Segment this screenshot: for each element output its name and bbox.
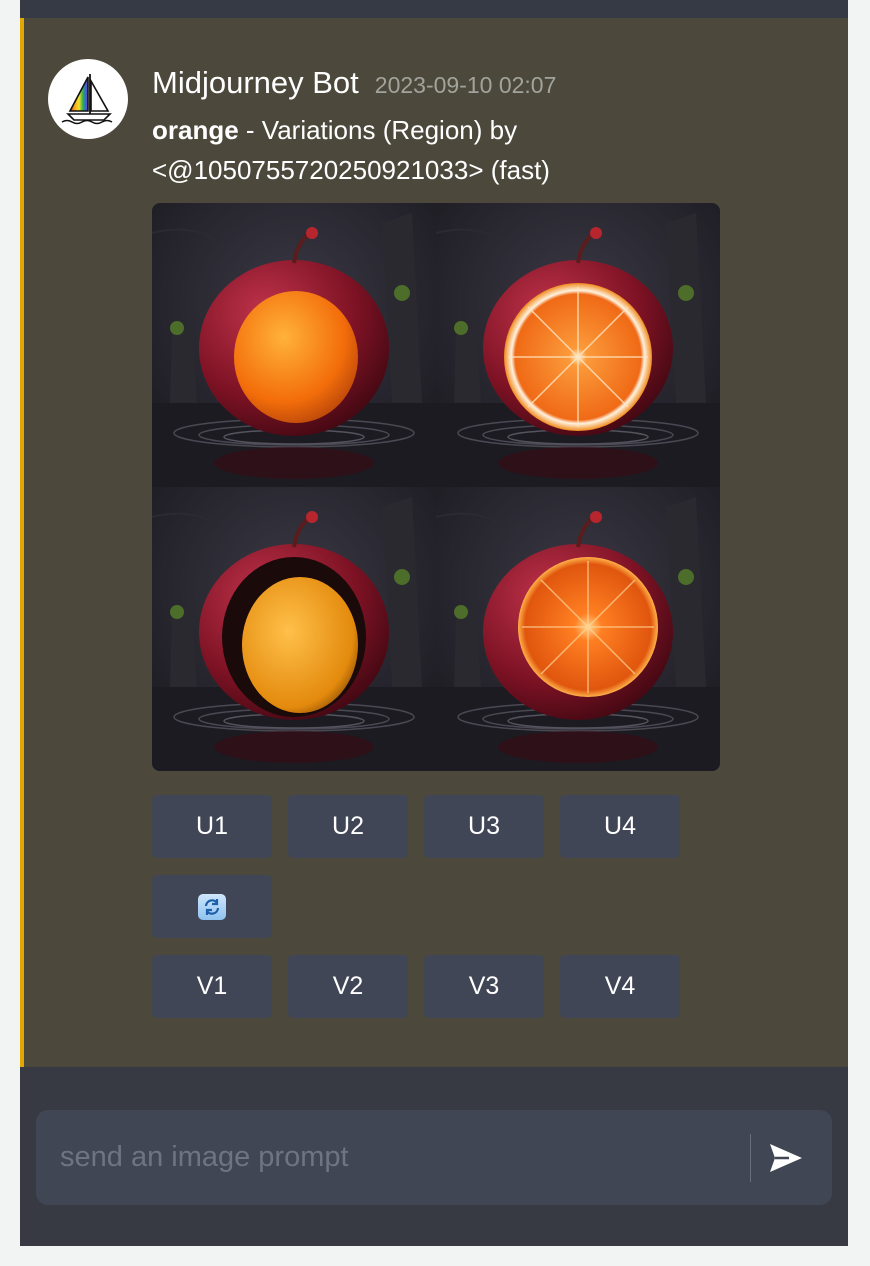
send-arrow-icon (770, 1144, 802, 1172)
reroll-button[interactable] (152, 875, 272, 938)
message-header: Midjourney Bot 2023-09-10 02:07 (152, 65, 556, 105)
send-button[interactable] (762, 1132, 810, 1184)
chat-app: Midjourney Bot 2023-09-10 02:07 orange -… (20, 0, 848, 1246)
grid-tile-2[interactable] (434, 203, 720, 489)
variation-button-3[interactable]: V3 (424, 955, 544, 1018)
sailboat-logo-icon (61, 74, 113, 125)
variation-button-2[interactable]: V2 (288, 955, 408, 1018)
prompt-input[interactable] (60, 1132, 740, 1182)
grid-tile-1[interactable] (152, 203, 438, 489)
variation-button-4[interactable]: V4 (560, 955, 680, 1018)
upscale-button-3[interactable]: U3 (424, 795, 544, 858)
upscale-button-2[interactable]: U2 (288, 795, 408, 858)
variation-button-1[interactable]: V1 (152, 955, 272, 1018)
composer-divider (750, 1134, 751, 1182)
message-accent-bar (20, 18, 24, 1067)
bot-message: Midjourney Bot 2023-09-10 02:07 orange -… (20, 18, 848, 1067)
grid-tile-3[interactable] (152, 485, 438, 771)
author-name[interactable]: Midjourney Bot (152, 65, 359, 101)
top-strip (20, 0, 848, 18)
upscale-button-4[interactable]: U4 (560, 795, 680, 858)
refresh-icon (198, 893, 226, 920)
image-grid[interactable] (152, 203, 720, 771)
prompt-composer (36, 1110, 832, 1205)
upscale-button-1[interactable]: U1 (152, 795, 272, 858)
grid-tile-4[interactable] (434, 485, 720, 771)
message-content: orange - Variations (Region) by <@105075… (152, 110, 712, 190)
message-timestamp: 2023-09-10 02:07 (374, 72, 557, 98)
avatar[interactable] (48, 59, 128, 139)
prompt-keyword: orange (152, 115, 239, 145)
